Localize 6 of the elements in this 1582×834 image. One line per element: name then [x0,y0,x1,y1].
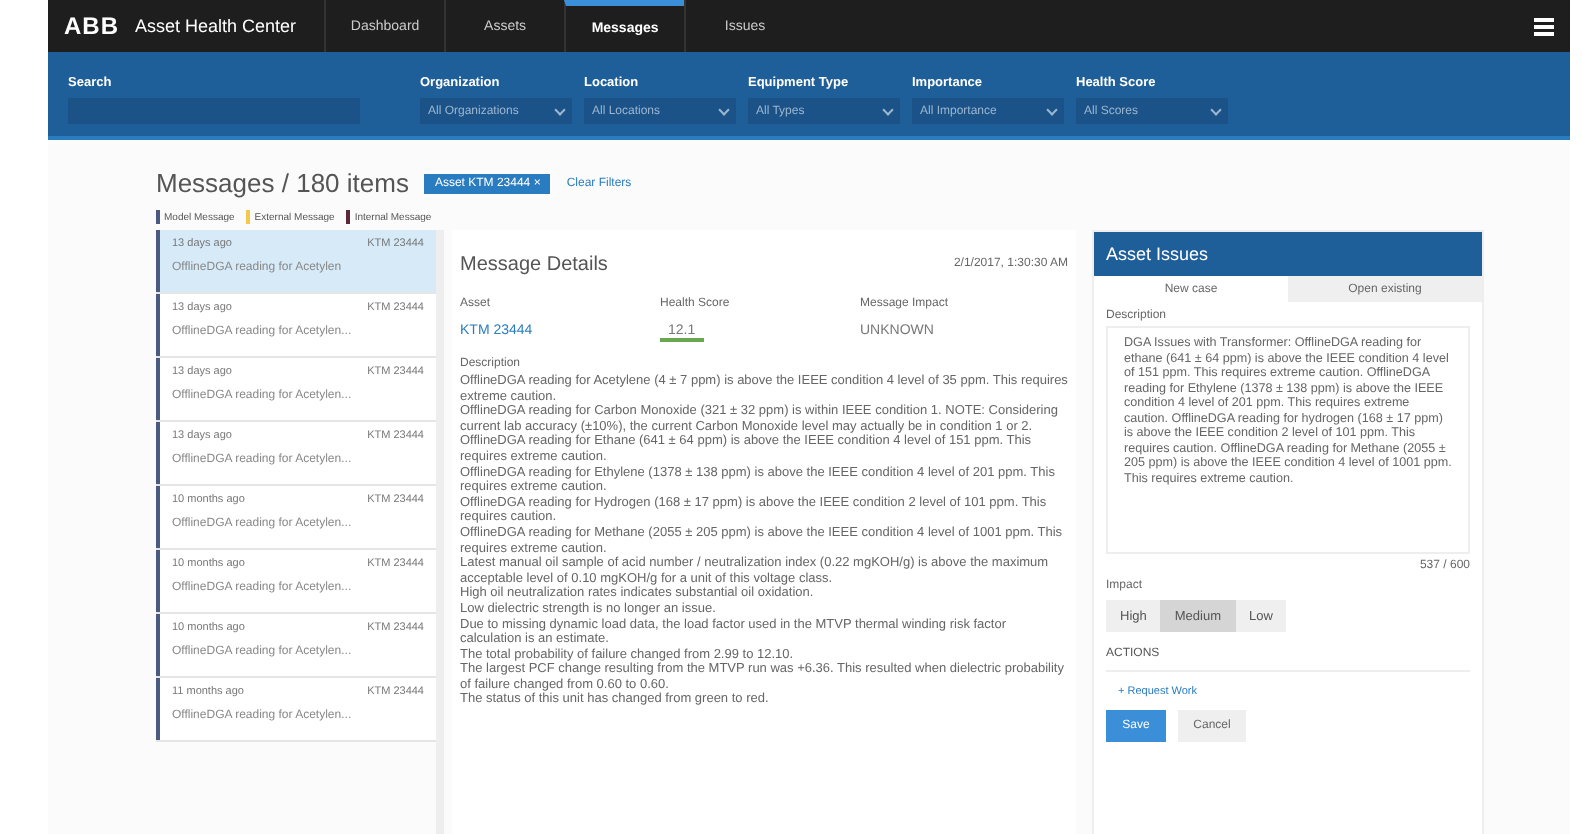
app-title: Asset Health Center [135,16,297,36]
page-title: Messages / 180 items [156,168,409,198]
panel-title: Asset Issues [1106,244,1209,264]
menu-icon[interactable] [1534,17,1554,35]
logo: ABB [64,12,119,40]
details-title: Message Details [460,253,608,275]
